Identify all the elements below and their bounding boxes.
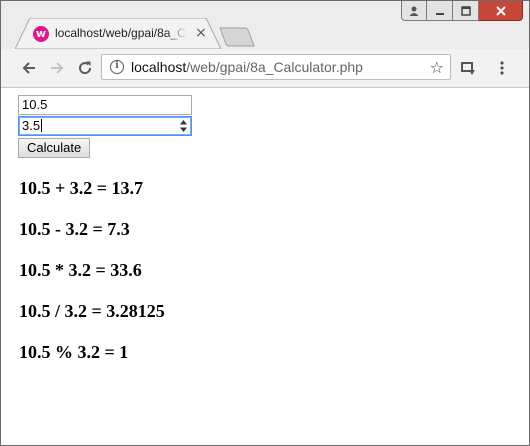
page-content: 10.5 3.5 Calculate 10.5 + 3.2 = 13.7 10.… bbox=[1, 88, 529, 445]
star-icon[interactable]: ☆ bbox=[430, 58, 444, 77]
browser-window: w localhost/web/gpai/8a_Calculator.php × bbox=[0, 0, 530, 446]
url-host: localhost bbox=[131, 59, 187, 75]
url-text: localhost/web/gpai/8a_Calculator.php bbox=[131, 59, 363, 75]
number-spinner-icon[interactable] bbox=[179, 119, 188, 133]
title-bar: w localhost/web/gpai/8a_Calculator.php × bbox=[1, 1, 529, 49]
tab-title: localhost/web/gpai/8a_Calculator.php bbox=[55, 26, 187, 40]
calculate-button[interactable]: Calculate bbox=[18, 138, 91, 158]
difference-result: 10.5 - 3.2 = 7.3 bbox=[19, 219, 130, 239]
second-number-input[interactable]: 3.5 bbox=[18, 116, 192, 136]
menu-icon[interactable] bbox=[489, 55, 515, 81]
close-icon[interactable] bbox=[479, 1, 523, 21]
minimize-icon[interactable] bbox=[427, 1, 453, 21]
first-number-value: 10.5 bbox=[22, 97, 48, 112]
address-bar[interactable]: i localhost/web/gpai/8a_Calculator.php ☆ bbox=[101, 54, 451, 80]
cast-icon[interactable] bbox=[455, 55, 481, 81]
sum-result: 10.5 + 3.2 = 13.7 bbox=[19, 178, 144, 198]
reload-icon[interactable] bbox=[72, 55, 98, 81]
quotient-result: 10.5 / 3.2 = 3.28125 bbox=[19, 301, 165, 321]
modulo-result: 10.5 % 3.2 = 1 bbox=[19, 342, 129, 362]
window-controls bbox=[401, 1, 523, 21]
user-icon[interactable] bbox=[401, 1, 427, 21]
forward-icon[interactable] bbox=[44, 55, 70, 81]
browser-toolbar: i localhost/web/gpai/8a_Calculator.php ☆ bbox=[1, 49, 529, 88]
back-icon[interactable] bbox=[16, 55, 42, 81]
info-icon[interactable]: i bbox=[110, 60, 124, 74]
tab-close-icon[interactable]: × bbox=[193, 24, 209, 42]
new-tab-button[interactable] bbox=[219, 27, 255, 47]
first-number-input[interactable]: 10.5 bbox=[18, 95, 192, 115]
second-number-value: 3.5 bbox=[22, 118, 41, 133]
maximize-icon[interactable] bbox=[453, 1, 479, 21]
browser-tab[interactable]: w localhost/web/gpai/8a_Calculator.php × bbox=[15, 18, 221, 49]
url-path: /web/gpai/8a_Calculator.php bbox=[186, 59, 363, 75]
product-result: 10.5 * 3.2 = 33.6 bbox=[19, 260, 142, 280]
text-caret bbox=[41, 119, 43, 132]
wamp-favicon-icon: w bbox=[33, 26, 49, 42]
